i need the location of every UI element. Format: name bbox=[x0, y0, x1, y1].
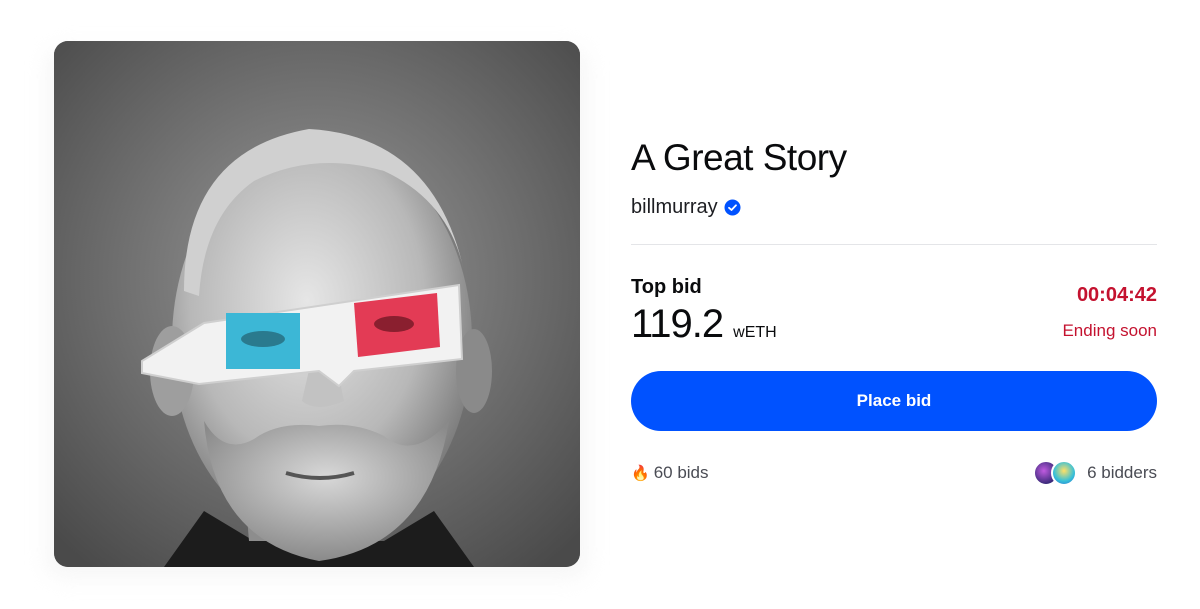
fire-icon: 🔥 bbox=[631, 465, 650, 482]
avatar bbox=[1051, 460, 1078, 486]
countdown-timer: 00:04:42 bbox=[1076, 284, 1157, 306]
bidders-link[interactable]: 6 bidders bbox=[1033, 460, 1157, 486]
stats-row: 🔥 60 bids 6 bidders bbox=[631, 459, 1157, 487]
auction-panel: A Great Story billmurray Top bid 119.2 w… bbox=[631, 136, 1157, 487]
place-bid-button[interactable]: Place bid bbox=[631, 371, 1157, 431]
nft-title: A Great Story bbox=[631, 137, 847, 178]
bid-amount: 119.2 bbox=[631, 302, 724, 346]
verified-badge-icon bbox=[724, 199, 741, 216]
divider bbox=[631, 244, 1157, 245]
nft-artwork-image[interactable] bbox=[54, 41, 580, 567]
top-bid-block: Top bid 119.2 wETH bbox=[631, 275, 777, 347]
countdown-block: 00:04:42 Ending soon bbox=[1062, 275, 1157, 347]
ending-status: Ending soon bbox=[1062, 321, 1157, 340]
bid-amount-row: 119.2 wETH bbox=[631, 301, 777, 347]
bids-count: 60 bids bbox=[653, 463, 709, 482]
bid-info-row: Top bid 119.2 wETH 00:04:42 Ending soon bbox=[631, 275, 1157, 347]
top-bid-label: Top bid bbox=[631, 276, 702, 298]
creator-name[interactable]: billmurray bbox=[631, 196, 718, 219]
bidder-avatars bbox=[1033, 460, 1079, 486]
bids-count-link[interactable]: 🔥 60 bids bbox=[631, 463, 709, 483]
bidders-count: 6 bidders bbox=[1087, 463, 1157, 482]
creator-row: billmurray bbox=[631, 194, 1157, 220]
bid-currency: wETH bbox=[733, 324, 777, 341]
